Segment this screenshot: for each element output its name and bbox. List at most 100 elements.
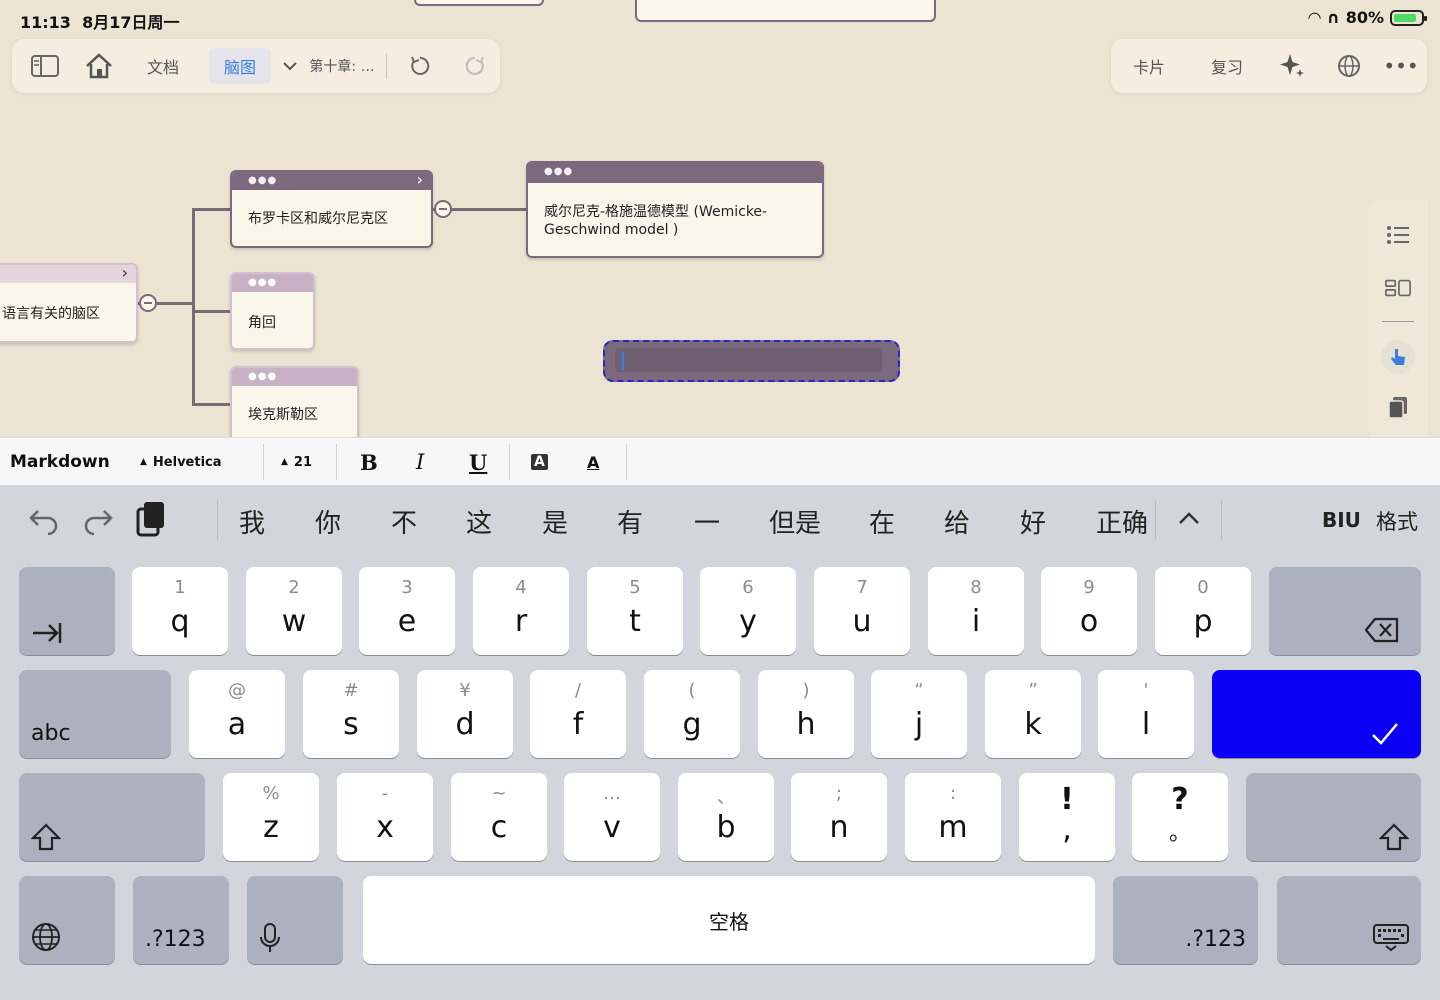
mindmap-node-exner[interactable]: ●●● 埃克斯勒区	[230, 366, 359, 446]
key-d[interactable]: ¥ d	[417, 670, 513, 758]
mindmap-node-broca[interactable]: ●●● › 布罗卡区和威尔尼克区	[230, 170, 433, 248]
redo-icon[interactable]	[462, 53, 488, 79]
key-k[interactable]: ” k	[985, 670, 1081, 758]
key-f[interactable]: / f	[530, 670, 626, 758]
key-t[interactable]: 5t	[587, 567, 683, 655]
font-selector[interactable]: ▲ Helvetica	[140, 438, 222, 486]
numbers-key-left[interactable]: .?123	[133, 876, 229, 964]
outline-list-icon[interactable]	[1385, 222, 1411, 248]
key-h[interactable]: ) h	[758, 670, 854, 758]
candidate-2[interactable]: 不	[391, 503, 417, 540]
candidate-10[interactable]: 好	[1020, 503, 1046, 540]
chevron-down-icon[interactable]	[280, 54, 300, 78]
key-w[interactable]: 2w	[246, 567, 342, 655]
candidate-11[interactable]: 正确	[1096, 503, 1148, 540]
tab-document[interactable]: 文档	[138, 54, 188, 78]
underline-button[interactable]: U	[469, 438, 487, 486]
copy-pages-icon[interactable]	[1385, 395, 1411, 421]
redo-icon[interactable]	[82, 505, 114, 539]
key-r[interactable]: 4r	[473, 567, 569, 655]
highlight-button[interactable]: A	[531, 438, 548, 486]
tab-key[interactable]	[19, 567, 115, 655]
key-n[interactable]: ; n	[791, 773, 887, 861]
key-y[interactable]: 6y	[700, 567, 796, 655]
chapter-selector[interactable]: 第十章: …	[304, 54, 380, 78]
candidate-6[interactable]: 一	[694, 503, 720, 540]
candidate-5[interactable]: 有	[617, 503, 643, 540]
key-i[interactable]: 8i	[928, 567, 1024, 655]
microphone-key[interactable]	[247, 876, 343, 964]
biu-format-button[interactable]: BIU	[1322, 508, 1361, 532]
candidate-3[interactable]: 这	[466, 503, 492, 540]
more-icon[interactable]: •••	[1383, 54, 1418, 78]
chevron-right-icon[interactable]: ›	[417, 170, 423, 189]
key-u[interactable]: 7u	[814, 567, 910, 655]
key-e[interactable]: 3e	[359, 567, 455, 655]
confirm-key[interactable]	[1212, 670, 1421, 758]
key-c[interactable]: ~ c	[451, 773, 547, 861]
key-b[interactable]: 、 b	[678, 773, 774, 861]
key-a[interactable]: @ a	[189, 670, 285, 758]
editing-node[interactable]	[603, 340, 900, 382]
chevron-right-icon[interactable]: ›	[122, 263, 128, 282]
candidate-7[interactable]: 但是	[769, 503, 821, 540]
home-icon[interactable]	[84, 51, 114, 81]
markdown-toggle[interactable]: Markdown	[10, 438, 110, 486]
key-v[interactable]: … v	[564, 773, 660, 861]
shift-key-right[interactable]	[1246, 773, 1421, 861]
node-menu-icon[interactable]: ●●●	[248, 176, 277, 186]
mindmap-root-node[interactable]: › 语言有关的脑区	[0, 263, 138, 343]
clipboard-icon[interactable]	[136, 500, 168, 542]
key-l[interactable]: ' l	[1098, 670, 1194, 758]
node-menu-icon[interactable]: ●●●	[248, 278, 277, 288]
candidate-0[interactable]: 我	[239, 503, 265, 540]
mindmap-node-wernicke[interactable]: ●●● 威尔尼克-格施温德模型 (Wemicke- Geschwind mode…	[526, 161, 824, 258]
candidate-4[interactable]: 是	[542, 503, 568, 540]
layout-icon[interactable]	[1385, 275, 1411, 301]
undo-icon[interactable]	[28, 505, 60, 539]
bold-button[interactable]: B	[360, 438, 378, 486]
node-menu-icon[interactable]: ●●●	[544, 167, 573, 177]
candidate-9[interactable]: 给	[944, 503, 970, 540]
key-q[interactable]: 1q	[132, 567, 228, 655]
sidebar-toggle-icon[interactable]	[30, 54, 60, 78]
key-j[interactable]: “j	[871, 670, 967, 758]
web-search-icon[interactable]	[1335, 52, 1363, 80]
node-menu-icon[interactable]: ●●●	[248, 372, 277, 382]
space-key[interactable]: 空格	[363, 876, 1095, 964]
font-size-selector[interactable]: ▲ 21	[281, 438, 312, 486]
key-comma[interactable]: !,	[1019, 773, 1115, 861]
key-x[interactable]: -x	[337, 773, 433, 861]
candidate-1[interactable]: 你	[315, 503, 341, 540]
key-period[interactable]: ?。	[1132, 773, 1228, 861]
mindmap-node-angular[interactable]: ●●● 角回	[230, 272, 315, 350]
offscreen-node-top-1[interactable]	[414, 0, 544, 6]
candidate-8[interactable]: 在	[869, 503, 895, 540]
offscreen-node-top-2[interactable]	[635, 0, 936, 22]
review-button[interactable]: 复习	[1203, 54, 1251, 78]
key-g[interactable]: (g	[644, 670, 740, 758]
format-menu-button[interactable]: 格式	[1376, 506, 1418, 536]
key-z[interactable]: % z	[223, 773, 319, 861]
cards-button[interactable]: 卡片	[1125, 54, 1173, 78]
key-p[interactable]: 0p	[1155, 567, 1251, 655]
node-text-input[interactable]	[615, 348, 882, 372]
backspace-key[interactable]	[1269, 567, 1421, 655]
touch-mode-icon[interactable]	[1381, 340, 1415, 374]
key-o[interactable]: 9o	[1041, 567, 1137, 655]
abc-key[interactable]: abc	[19, 670, 171, 758]
key-s[interactable]: # s	[303, 670, 399, 758]
globe-key[interactable]	[19, 876, 115, 964]
tab-mindmap[interactable]: 脑图	[209, 48, 271, 84]
collapse-toggle-root[interactable]	[139, 294, 157, 312]
key-m[interactable]: :m	[905, 773, 1001, 861]
undo-icon[interactable]	[407, 53, 433, 79]
hide-keyboard-key[interactable]	[1277, 876, 1421, 964]
collapse-toggle-broca[interactable]	[434, 200, 452, 218]
text-color-button[interactable]: A	[587, 438, 599, 486]
numbers-key-right[interactable]: .?123	[1113, 876, 1258, 964]
sparkle-icon[interactable]	[1277, 52, 1307, 80]
italic-button[interactable]: I	[416, 438, 424, 486]
expand-candidates-icon[interactable]	[1178, 510, 1200, 529]
shift-key-left[interactable]	[19, 773, 205, 861]
